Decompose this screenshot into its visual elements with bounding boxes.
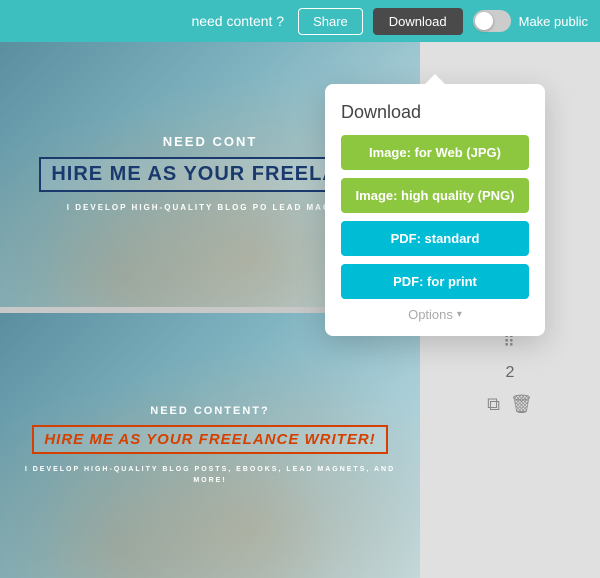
page-number: 2 bbox=[506, 364, 515, 382]
card1-sub: I DEVELOP HIGH-QUALITY BLOG PO LEAD MAGN… bbox=[67, 202, 353, 215]
download-png-button[interactable]: Image: high quality (PNG) bbox=[341, 178, 529, 213]
make-public-toggle-wrap: Make public bbox=[473, 10, 588, 32]
download-jpg-button[interactable]: Image: for Web (JPG) bbox=[341, 135, 529, 170]
delete-icon[interactable]: 🗑 bbox=[510, 394, 533, 415]
share-button[interactable]: Share bbox=[298, 8, 363, 35]
popup-title: Download bbox=[341, 102, 529, 123]
main-area: NEED CONT HIRE ME AS YOUR FREELANC I DEV… bbox=[0, 42, 600, 578]
topbar: need content ? Share Download Make publi… bbox=[0, 0, 600, 42]
design-card-2[interactable]: NEED CONTENT? HIRE ME AS YOUR FREELANCE … bbox=[0, 313, 420, 578]
card2-hire-me: HIRE ME AS YOUR FREELANCE WRITER! bbox=[32, 425, 387, 454]
card1-need-content: NEED CONT bbox=[163, 134, 258, 149]
download-pdf-standard-button[interactable]: PDF: standard bbox=[341, 221, 529, 256]
make-public-toggle[interactable] bbox=[473, 10, 511, 32]
card-overlay-2: NEED CONTENT? HIRE ME AS YOUR FREELANCE … bbox=[0, 313, 420, 578]
copy-icon[interactable]: ⧉ bbox=[487, 394, 500, 415]
download-button[interactable]: Download bbox=[373, 8, 463, 35]
options-label: Options bbox=[408, 307, 453, 322]
download-pdf-print-button[interactable]: PDF: for print bbox=[341, 264, 529, 299]
make-public-label: Make public bbox=[519, 14, 588, 29]
card2-sub: I DEVELOP HIGH-QUALITY BLOG POSTS, EBOOK… bbox=[20, 464, 400, 486]
need-content-label: need content ? bbox=[191, 13, 284, 29]
download-popup: Download Image: for Web (JPG) Image: hig… bbox=[325, 84, 545, 336]
card2-need-content: NEED CONTENT? bbox=[150, 405, 270, 417]
chevron-down-icon: ▾ bbox=[457, 309, 462, 320]
sidebar-action-icons: ⧉ 🗑 bbox=[487, 394, 533, 415]
options-link[interactable]: Options ▾ bbox=[341, 307, 529, 322]
